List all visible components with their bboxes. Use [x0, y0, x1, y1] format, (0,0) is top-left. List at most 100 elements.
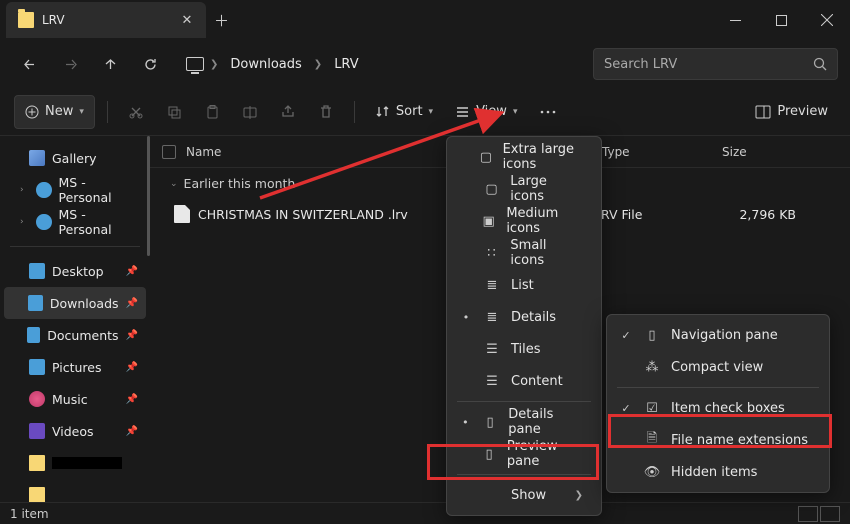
grid-icon: ∷	[483, 246, 501, 261]
cut-button[interactable]	[120, 95, 152, 129]
menu-item-file-extensions[interactable]: 🗎File name extensions	[611, 424, 825, 456]
sidebar-item-documents[interactable]: Documents📌	[4, 319, 146, 351]
chevron-right-icon: ❯	[575, 490, 583, 501]
crumb-downloads[interactable]: Downloads	[224, 53, 307, 76]
list-icon	[455, 104, 470, 119]
paste-button[interactable]	[196, 95, 228, 129]
preview-icon	[755, 105, 771, 119]
sort-button[interactable]: Sort ▾	[367, 95, 441, 129]
chevron-right-icon[interactable]: ›	[20, 217, 29, 227]
select-all-checkbox[interactable]	[162, 145, 176, 159]
separator	[10, 246, 140, 247]
arrow-up-icon	[103, 57, 118, 72]
menu-item-navigation-pane[interactable]: ✓▯Navigation pane	[611, 319, 825, 351]
downloads-icon	[28, 295, 43, 311]
new-tab-button[interactable]: ＋	[214, 10, 229, 31]
chevron-right-icon: ❯	[312, 59, 324, 70]
col-name[interactable]: Name	[186, 145, 221, 159]
menu-item-extra-large-icons[interactable]: ▢Extra large icons	[451, 141, 597, 173]
tiles-icon: ☰	[483, 342, 501, 357]
new-button[interactable]: New ▾	[14, 95, 95, 129]
chevron-right-icon[interactable]: ›	[20, 185, 29, 195]
pin-icon: 📌	[126, 330, 138, 341]
sidebar-item-music[interactable]: Music📌	[4, 383, 146, 415]
breadcrumb[interactable]: ❯ Downloads ❯ LRV	[180, 53, 589, 76]
sidebar-item-videos[interactable]: Videos📌	[4, 415, 146, 447]
music-icon	[29, 391, 45, 407]
file-name: CHRISTMAS IN SWITZERLAND .lrv	[198, 207, 408, 222]
view-button[interactable]: View ▾	[447, 95, 525, 129]
menu-item-checkboxes[interactable]: ✓☑Item check boxes	[611, 392, 825, 424]
pin-icon: 📌	[126, 298, 138, 309]
search-placeholder: Search LRV	[604, 57, 677, 72]
bullet-icon: •	[459, 416, 472, 429]
separator	[107, 101, 108, 123]
delete-button[interactable]	[310, 95, 342, 129]
sidebar-item-gallery[interactable]: Gallery	[4, 142, 146, 174]
menu-item-tiles[interactable]: ☰Tiles	[451, 333, 597, 365]
maximize-button[interactable]	[758, 0, 804, 40]
paste-icon	[204, 104, 220, 120]
status-bar: 1 item	[0, 502, 850, 524]
more-button[interactable]	[531, 95, 565, 129]
chevron-down-icon: ⌄	[170, 179, 178, 189]
check-icon: ✓	[619, 329, 633, 342]
thumbnails-view-toggle[interactable]	[820, 506, 840, 522]
preview-button[interactable]: Preview	[747, 95, 836, 129]
sidebar-item-folder[interactable]	[4, 447, 146, 479]
crumb-lrv[interactable]: LRV	[328, 53, 364, 76]
menu-item-preview-pane[interactable]: ▯Preview pane	[451, 438, 597, 470]
search-input[interactable]: Search LRV	[593, 48, 838, 80]
documents-icon	[27, 327, 40, 343]
file-size: 2,796 KB	[714, 207, 826, 222]
file-type: LRV File	[594, 207, 714, 222]
share-button[interactable]	[272, 95, 304, 129]
forward-button[interactable]	[52, 46, 88, 82]
menu-item-small-icons[interactable]: ∷Small icons	[451, 237, 597, 269]
window-tab[interactable]: LRV ✕	[6, 2, 206, 38]
sidebar-item-onedrive[interactable]: ›MS - Personal	[4, 206, 146, 238]
folder-icon	[18, 12, 34, 28]
menu-item-content[interactable]: ☰Content	[451, 365, 597, 397]
menu-item-show[interactable]: Show❯	[451, 479, 597, 511]
back-button[interactable]	[12, 46, 48, 82]
close-window-button[interactable]	[804, 0, 850, 40]
cloud-icon	[36, 214, 51, 230]
sidebar-item-folder[interactable]	[4, 479, 146, 502]
rename-icon	[242, 104, 258, 120]
redacted-label	[52, 457, 122, 469]
menu-item-compact-view[interactable]: ⁂Compact view	[611, 351, 825, 383]
col-size[interactable]: Size	[722, 145, 838, 159]
minimize-icon	[730, 15, 741, 26]
menu-item-medium-icons[interactable]: ▣Medium icons	[451, 205, 597, 237]
sidebar-item-onedrive[interactable]: ›MS - Personal	[4, 174, 146, 206]
sidebar-item-desktop[interactable]: Desktop📌	[4, 255, 146, 287]
title-bar: LRV ✕ ＋	[0, 0, 850, 40]
details-view-toggle[interactable]	[798, 506, 818, 522]
menu-item-details-pane[interactable]: •▯Details pane	[451, 406, 597, 438]
toolbar: New ▾ Sort ▾ View ▾ Preview	[0, 88, 850, 136]
menu-item-list[interactable]: ≣List	[451, 269, 597, 301]
gallery-icon	[29, 150, 45, 166]
list-icon: ≣	[483, 310, 501, 325]
copy-button[interactable]	[158, 95, 190, 129]
menu-item-large-icons[interactable]: ▢Large icons	[451, 173, 597, 205]
col-type[interactable]: Type	[602, 145, 722, 159]
refresh-button[interactable]	[132, 46, 168, 82]
up-button[interactable]	[92, 46, 128, 82]
sort-label: Sort	[396, 104, 423, 119]
cut-icon	[128, 104, 144, 120]
arrow-right-icon	[63, 57, 78, 72]
show-submenu: ✓▯Navigation pane ⁂Compact view ✓☑Item c…	[606, 314, 830, 493]
sidebar-item-downloads[interactable]: Downloads📌	[4, 287, 146, 319]
close-tab-icon[interactable]: ✕	[180, 13, 194, 27]
close-icon	[821, 14, 833, 26]
bullet-icon: •	[459, 311, 473, 324]
menu-separator	[617, 387, 819, 388]
minimize-button[interactable]	[712, 0, 758, 40]
menu-item-details[interactable]: •≣Details	[451, 301, 597, 333]
rename-button[interactable]	[234, 95, 266, 129]
sidebar-item-pictures[interactable]: Pictures📌	[4, 351, 146, 383]
menu-item-hidden-items[interactable]: 👁Hidden items	[611, 456, 825, 488]
videos-icon	[29, 423, 45, 439]
